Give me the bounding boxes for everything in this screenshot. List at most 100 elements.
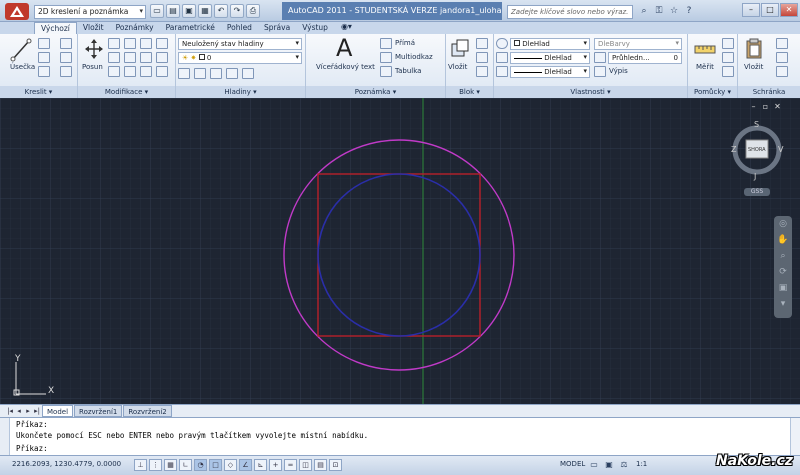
insert-block-icon[interactable] — [450, 38, 470, 60]
paste-icon[interactable] — [744, 38, 764, 60]
object-snap-tracking-icon[interactable]: ∠ — [239, 459, 252, 471]
tab-manage[interactable]: Správa — [258, 22, 296, 34]
viewcube-west[interactable]: Z — [731, 145, 736, 154]
line-button[interactable]: Úsečka — [10, 63, 35, 71]
showmotion-icon[interactable]: ▣ — [774, 280, 792, 296]
close-icon[interactable]: ✕ — [780, 3, 798, 17]
layer-off-icon[interactable] — [194, 68, 206, 79]
redo-icon[interactable]: ↷ — [230, 4, 244, 18]
create-block-icon[interactable] — [476, 38, 488, 49]
tab-parametric[interactable]: Parametrické — [160, 22, 221, 34]
modify-panel-label[interactable]: Modifikace ▾ — [78, 86, 175, 98]
layers-panel-label[interactable]: Hladiny ▾ — [176, 86, 305, 98]
quick-view-layouts-icon[interactable]: ▭ — [588, 459, 600, 471]
search-icon[interactable]: ⌕ — [638, 4, 650, 18]
linear-dimension-button[interactable]: Přímá — [395, 39, 415, 47]
command-scrollbar[interactable] — [790, 418, 800, 456]
linetype-select[interactable]: DleHlad ▾ — [510, 52, 590, 64]
annotation-scale[interactable]: 1:1 — [636, 460, 647, 468]
infer-constraints-icon[interactable]: ⊥ — [134, 459, 147, 471]
layer-freeze-icon[interactable] — [226, 68, 238, 79]
annotation-scale-icon[interactable]: ⚖ — [618, 459, 630, 471]
match-properties-icon[interactable] — [496, 38, 508, 49]
hatch-icon[interactable] — [60, 52, 72, 63]
transparency-toggle-icon[interactable]: ◫ — [299, 459, 312, 471]
command-window-grip[interactable] — [0, 418, 10, 456]
first-tab-icon[interactable]: |◂ — [6, 407, 14, 415]
plot-icon[interactable]: ⎙ — [246, 4, 260, 18]
linear-dimension-icon[interactable] — [380, 38, 392, 49]
quick-view-drawings-icon[interactable]: ▣ — [603, 459, 615, 471]
viewcube-east[interactable]: V — [778, 145, 783, 154]
navbar-menu-icon[interactable]: ▾ — [774, 296, 792, 312]
prev-tab-icon[interactable]: ◂ — [15, 407, 23, 415]
restore-viewport-icon[interactable]: ▫ — [761, 102, 770, 111]
layer-state-select[interactable]: Neuložený stav hladiny ▾ — [178, 38, 302, 50]
quick-properties-icon[interactable]: ▤ — [314, 459, 327, 471]
list-icon[interactable] — [594, 66, 606, 77]
ortho-mode-icon[interactable]: ∟ — [179, 459, 192, 471]
explode-icon[interactable] — [140, 52, 152, 63]
tab-layout2[interactable]: Rozvržení2 — [123, 405, 172, 417]
grid-display-icon[interactable]: ▦ — [164, 459, 177, 471]
snap-mode-icon[interactable]: ⋮ — [149, 459, 162, 471]
3d-snap-icon[interactable]: ◇ — [224, 459, 237, 471]
dynamic-input-icon[interactable]: + — [269, 459, 282, 471]
calculator-icon[interactable] — [722, 38, 734, 49]
transparency-icon[interactable] — [594, 52, 606, 63]
quick-select-icon[interactable] — [722, 52, 734, 63]
scale-icon[interactable] — [140, 66, 152, 77]
zoom-icon[interactable]: ⌕ — [774, 248, 792, 264]
polyline-icon[interactable] — [38, 38, 50, 49]
workspace-select[interactable]: 2D kreslení a poznámka ▾ — [34, 5, 146, 19]
stretch-icon[interactable] — [124, 66, 136, 77]
coordinates-readout[interactable]: 2216.2093, 1230.4779, 0.0000 — [12, 460, 121, 468]
offset-icon[interactable] — [156, 38, 168, 49]
array-icon[interactable] — [156, 52, 168, 63]
copy-clip-icon[interactable] — [776, 52, 788, 63]
orbit-icon[interactable]: ⟳ — [774, 264, 792, 280]
ribbon-minimize-icon[interactable]: ◉▾ — [338, 22, 355, 34]
plot-style-select[interactable]: DleBarvy ▾ — [594, 38, 682, 50]
rectangle-icon[interactable] — [60, 38, 72, 49]
copy-icon[interactable] — [108, 38, 120, 49]
dynamic-ucs-icon[interactable]: ⊾ — [254, 459, 267, 471]
open-icon[interactable]: ▤ — [166, 4, 180, 18]
circle-icon[interactable] — [38, 52, 50, 63]
tab-annotate[interactable]: Poznámky — [110, 22, 160, 34]
pan-icon[interactable]: ✋ — [774, 232, 792, 248]
tab-home[interactable]: Výchozí — [34, 22, 77, 34]
linetype-icon[interactable] — [496, 52, 508, 63]
layer-lock-icon[interactable] — [242, 68, 254, 79]
measure-button[interactable]: Měřit — [696, 63, 714, 71]
minimize-viewport-icon[interactable]: – — [749, 102, 758, 111]
viewcube-south[interactable]: J — [754, 172, 756, 181]
maximize-icon[interactable]: □ — [761, 3, 779, 17]
help-icon[interactable]: ? — [683, 4, 695, 18]
multileader-button[interactable]: Multiodkaz — [395, 53, 433, 61]
paste-button[interactable]: Vložit — [744, 63, 763, 71]
minimize-icon[interactable]: – — [742, 3, 760, 17]
star-icon[interactable]: ☆ — [668, 4, 680, 18]
save-as-icon[interactable]: ▦ — [198, 4, 212, 18]
erase-icon[interactable] — [140, 38, 152, 49]
application-menu-button[interactable] — [4, 2, 30, 21]
lineweight-toggle-icon[interactable]: ═ — [284, 459, 297, 471]
rotate-icon[interactable] — [108, 52, 120, 63]
viewcube-north[interactable]: S — [754, 120, 759, 129]
undo-icon[interactable]: ↶ — [214, 4, 228, 18]
search-input[interactable]: Zadejte klíčové slovo nebo výraz. — [507, 5, 633, 19]
edit-block-icon[interactable] — [476, 52, 488, 63]
layer-isolate-icon[interactable] — [210, 68, 222, 79]
steering-wheel-icon[interactable]: ◎ — [774, 216, 792, 232]
clipboard-panel-label[interactable]: Schránka — [738, 86, 800, 98]
properties-panel-label[interactable]: Vlastnosti ▾ — [494, 86, 687, 98]
mirror-icon[interactable] — [108, 66, 120, 77]
key-icon[interactable]: ⚿ — [653, 4, 665, 18]
command-window[interactable]: Příkaz: Ukončete pomocí ESC nebo ENTER n… — [0, 417, 800, 456]
tab-insert[interactable]: Vložit — [77, 22, 110, 34]
measure-icon[interactable] — [694, 40, 716, 58]
model-space-toggle[interactable]: MODEL — [560, 460, 585, 468]
block-panel-label[interactable]: Blok ▾ — [446, 86, 493, 98]
ellipse-icon[interactable] — [60, 66, 72, 77]
